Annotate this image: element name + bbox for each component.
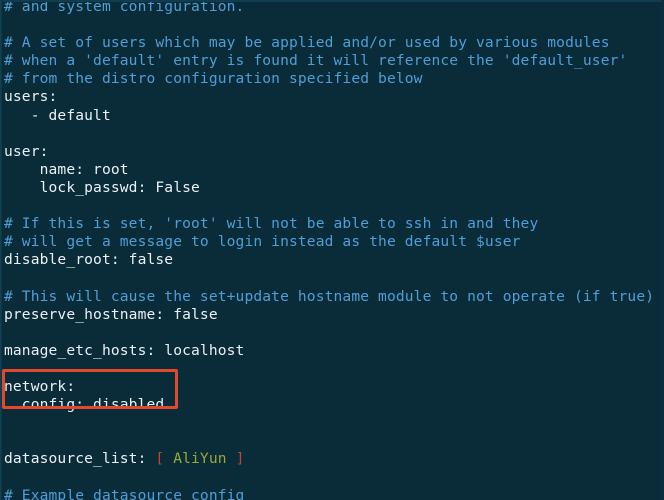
code-line[interactable]: - default <box>0 107 664 125</box>
code-line[interactable]: # from the distro configuration specifie… <box>0 70 664 88</box>
window-top-edge <box>0 0 664 2</box>
code-token: AliYun <box>173 450 227 468</box>
code-line[interactable]: # when a 'default' entry is found it wil… <box>0 52 664 70</box>
code-line[interactable] <box>0 125 664 143</box>
code-line[interactable] <box>0 414 664 432</box>
code-line[interactable]: # A set of users which may be applied an… <box>0 34 664 52</box>
code-line[interactable]: # and system configuration. <box>0 0 664 16</box>
code-line[interactable] <box>0 432 664 450</box>
code-line[interactable] <box>0 269 664 287</box>
code-line[interactable]: # This will cause the set+update hostnam… <box>0 288 664 306</box>
code-line[interactable]: preserve_hostname: false <box>0 306 664 324</box>
code-line[interactable] <box>0 324 664 342</box>
code-line[interactable]: network: <box>0 378 664 396</box>
code-token: [ <box>155 450 165 468</box>
code-line[interactable]: user: <box>0 143 664 161</box>
code-line[interactable]: # If this is set, 'root' will not be abl… <box>0 215 664 233</box>
code-line[interactable]: datasource_list: [ AliYun ] <box>0 450 664 468</box>
code-line[interactable] <box>0 197 664 215</box>
code-line[interactable]: lock_passwd: False <box>0 179 664 197</box>
terminal-window: # and system configuration. # A set of us… <box>0 0 664 500</box>
code-line[interactable]: # will get a message to login instead as… <box>0 233 664 251</box>
code-line[interactable] <box>0 16 664 34</box>
code-line[interactable]: name: root <box>0 161 664 179</box>
code-line[interactable]: config: disabled <box>0 396 664 414</box>
code-line[interactable]: manage_etc_hosts: localhost <box>0 342 664 360</box>
code-line[interactable]: # Example datasource config <box>0 487 664 500</box>
code-token: ] <box>235 450 245 468</box>
code-line[interactable] <box>0 468 664 486</box>
code-line[interactable]: disable_root: false <box>0 251 664 269</box>
code-token: datasource_list: <box>4 450 156 468</box>
code-line[interactable]: users: <box>0 88 664 106</box>
window-left-edge <box>0 0 2 500</box>
code-line[interactable] <box>0 360 664 378</box>
config-file-content[interactable]: # and system configuration. # A set of us… <box>0 0 664 500</box>
